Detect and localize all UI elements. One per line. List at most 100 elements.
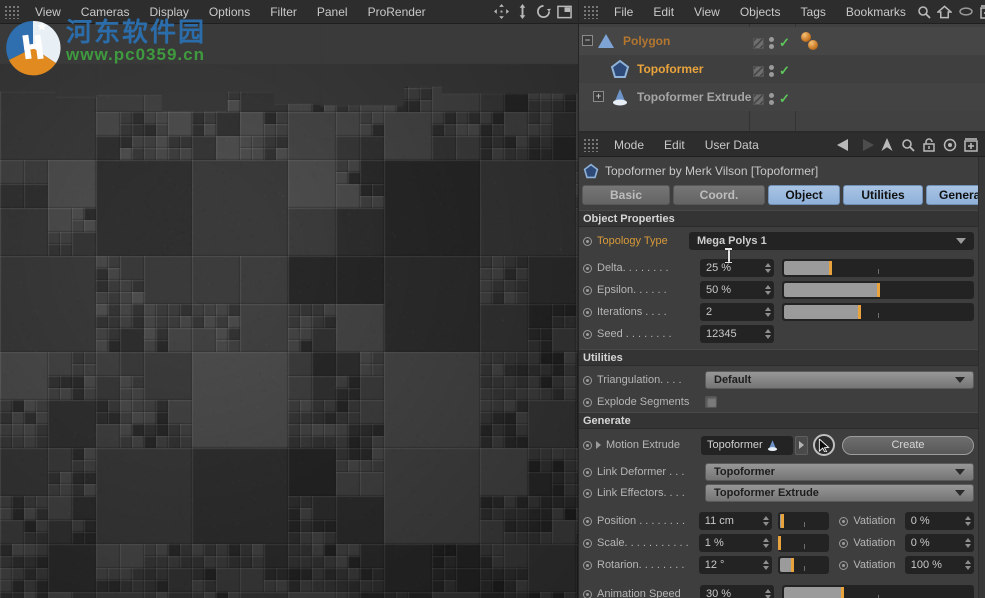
menu-display[interactable]: Display	[139, 0, 198, 24]
lock-icon[interactable]	[921, 137, 937, 153]
menu-edit[interactable]: Edit	[654, 133, 695, 157]
focus-target-icon[interactable]	[942, 137, 958, 153]
param-circle-icon[interactable]	[583, 590, 592, 598]
param-circle-icon[interactable]	[583, 330, 592, 339]
menu-user-data[interactable]: User Data	[695, 133, 769, 157]
add-icon[interactable]	[963, 137, 979, 153]
param-circle-icon[interactable]	[583, 237, 592, 246]
object-row-polygon[interactable]: − Polygon ✓	[579, 27, 985, 55]
iterations-slider[interactable]	[782, 303, 974, 321]
home-icon[interactable]	[937, 4, 953, 20]
param-circle-icon[interactable]	[583, 308, 592, 317]
iterations-input[interactable]: 2	[700, 303, 774, 321]
object-name[interactable]: Topoformer	[637, 62, 703, 76]
param-circle-icon[interactable]	[583, 468, 592, 477]
menu-tags[interactable]: Tags	[791, 0, 836, 24]
spinner-icon[interactable]	[961, 560, 971, 570]
epsilon-slider[interactable]	[782, 281, 974, 299]
parent-up-icon[interactable]	[879, 137, 895, 153]
panel-grip-icon[interactable]	[583, 138, 598, 152]
material-tag-icon[interactable]	[808, 40, 818, 50]
param-circle-icon[interactable]	[583, 398, 592, 407]
tab-generate[interactable]: Generate	[926, 185, 985, 205]
visibility-dots[interactable]	[769, 37, 774, 49]
param-circle-icon[interactable]	[839, 561, 848, 570]
zoom-view-icon[interactable]	[514, 4, 530, 20]
topoformer-object-icon[interactable]	[610, 59, 630, 79]
visibility-dots[interactable]	[769, 65, 774, 77]
object-row-topoformer-extrude[interactable]: + Topoformer Extrude ✓	[579, 83, 985, 111]
create-button[interactable]: Create	[842, 436, 974, 455]
collapse-expander-icon[interactable]: −	[582, 35, 593, 46]
history-back-icon[interactable]	[837, 137, 853, 153]
enabled-check-icon[interactable]: ✓	[779, 35, 790, 51]
spinner-icon[interactable]	[761, 329, 771, 339]
menu-view[interactable]: View	[684, 0, 730, 24]
spinner-icon[interactable]	[961, 516, 971, 526]
pan-view-icon[interactable]	[493, 4, 509, 20]
spinner-icon[interactable]	[761, 589, 771, 598]
search-icon[interactable]	[900, 137, 916, 153]
position-variation-input[interactable]: 0 %	[905, 512, 974, 530]
animation-speed-input[interactable]: 30 %	[700, 585, 774, 598]
menu-prorender[interactable]: ProRender	[358, 0, 436, 24]
object-name[interactable]: Polygon	[623, 34, 670, 48]
tab-object[interactable]: Object	[768, 185, 840, 205]
section-object-properties[interactable]: Object Properties	[579, 210, 978, 227]
rotarion-slider[interactable]	[778, 556, 829, 574]
spinner-icon[interactable]	[759, 560, 769, 570]
spinner-icon[interactable]	[761, 263, 771, 273]
menu-options[interactable]: Options	[199, 0, 260, 24]
menu-filter[interactable]: Filter	[260, 0, 307, 24]
seed-input[interactable]: 12345	[700, 325, 774, 343]
menu-edit[interactable]: Edit	[643, 0, 684, 24]
link-deformer-dropdown[interactable]: Topoformer	[705, 463, 974, 481]
tab-coord[interactable]: Coord.	[673, 185, 765, 205]
section-generate[interactable]: Generate	[579, 412, 978, 429]
delta-input[interactable]: 25 %	[700, 259, 774, 277]
search-icon[interactable]	[916, 4, 932, 20]
layer-icon[interactable]	[753, 66, 764, 77]
disclosure-triangle-icon[interactable]	[596, 441, 601, 449]
toggle-active-view-icon[interactable]	[556, 4, 572, 20]
rotarion-input[interactable]: 12 °	[699, 556, 772, 574]
param-circle-icon[interactable]	[583, 539, 592, 548]
position-slider[interactable]	[778, 512, 829, 530]
scrollbar-track[interactable]	[978, 157, 985, 598]
menu-objects[interactable]: Objects	[730, 0, 791, 24]
menu-bookmarks[interactable]: Bookmarks	[836, 0, 916, 24]
scale-variation-input[interactable]: 0 %	[905, 534, 974, 552]
layer-icon[interactable]	[753, 38, 764, 49]
spinner-icon[interactable]	[759, 516, 769, 526]
param-circle-icon[interactable]	[583, 489, 592, 498]
position-input[interactable]: 11 cm	[699, 512, 772, 530]
explode-segments-checkbox[interactable]	[705, 396, 717, 408]
tab-utilities[interactable]: Utilities	[843, 185, 923, 205]
scale-slider[interactable]	[778, 534, 829, 552]
panel-grip-icon[interactable]	[583, 5, 598, 19]
menu-cameras[interactable]: Cameras	[71, 0, 140, 24]
spinner-icon[interactable]	[761, 285, 771, 295]
eye-icon[interactable]	[958, 4, 974, 20]
menu-mode[interactable]: Mode	[604, 133, 654, 157]
topology-type-dropdown[interactable]: Mega Polys 1	[689, 232, 974, 250]
add-icon[interactable]	[979, 4, 985, 20]
spinner-icon[interactable]	[961, 538, 971, 548]
menu-file[interactable]: File	[604, 0, 643, 24]
enabled-check-icon[interactable]: ✓	[779, 63, 790, 79]
spinner-icon[interactable]	[759, 538, 769, 548]
param-circle-icon[interactable]	[583, 264, 592, 273]
polygon-object-icon[interactable]	[596, 31, 616, 51]
enabled-check-icon[interactable]: ✓	[779, 91, 790, 107]
pick-object-button[interactable]	[813, 434, 835, 456]
expand-expander-icon[interactable]: +	[593, 91, 604, 102]
rotarion-variation-input[interactable]: 100 %	[905, 556, 974, 574]
visibility-dots[interactable]	[769, 93, 774, 105]
rotate-view-icon[interactable]	[535, 4, 551, 20]
delta-slider[interactable]	[782, 259, 974, 277]
param-circle-icon[interactable]	[839, 517, 848, 526]
param-circle-icon[interactable]	[583, 441, 592, 450]
object-row-topoformer[interactable]: Topoformer ✓	[579, 55, 985, 83]
panel-grip-icon[interactable]	[4, 5, 19, 19]
layer-icon[interactable]	[753, 94, 764, 105]
